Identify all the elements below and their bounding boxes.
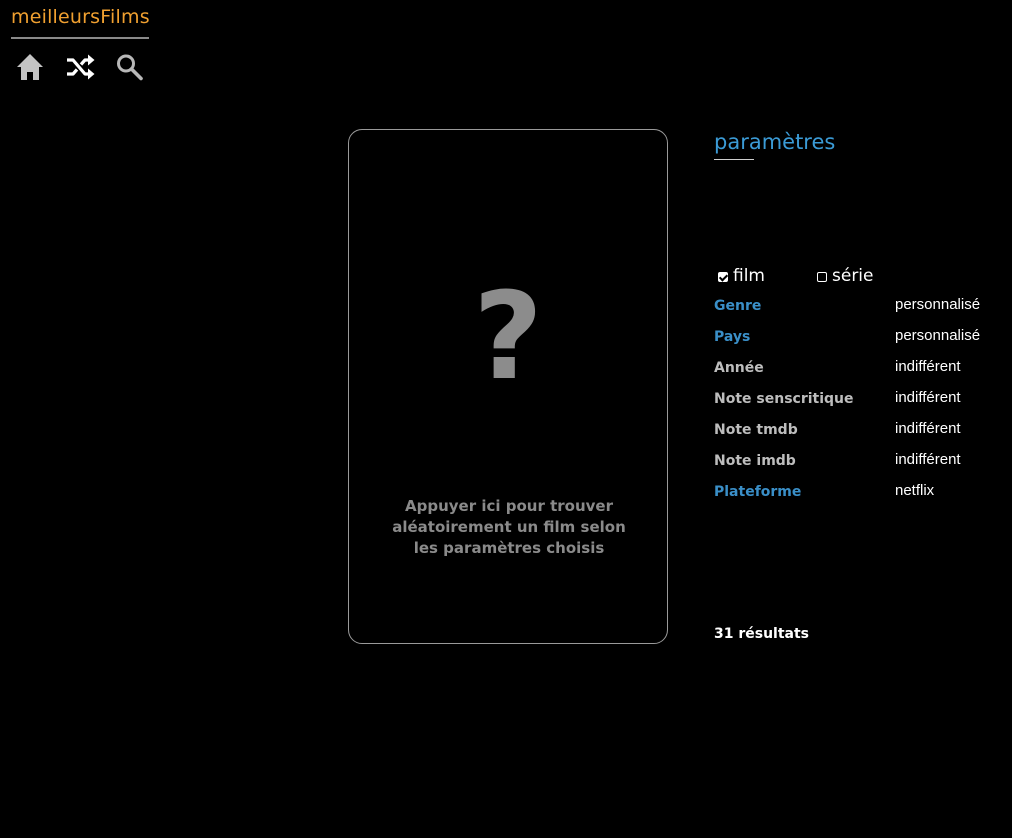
param-value-note-senscritique: indifférent — [895, 389, 961, 406]
params-title-underline — [714, 159, 754, 160]
param-value-genre: personnalisé — [895, 296, 981, 313]
param-label-note-imdb: Note imdb — [714, 453, 796, 469]
results-count: 31 résultats — [714, 626, 810, 642]
param-value-pays: personnalisé — [895, 327, 981, 344]
param-label-genre[interactable]: Genre — [714, 298, 761, 314]
home-icon[interactable] — [14, 51, 46, 83]
param-label-annee: Année — [714, 360, 764, 376]
param-label-plateforme[interactable]: Plateforme — [714, 484, 801, 500]
film-label: film — [733, 266, 765, 286]
search-icon[interactable] — [113, 51, 145, 83]
film-checkbox[interactable] — [718, 271, 728, 282]
param-value-annee: indifférent — [895, 358, 961, 375]
question-mark-icon: ? — [473, 268, 543, 407]
param-label-note-tmdb: Note tmdb — [714, 422, 798, 438]
type-option-film[interactable]: film — [718, 266, 765, 286]
card-instruction-text: Appuyer ici pour trouver aléatoirement u… — [392, 497, 626, 557]
site-logo[interactable]: meilleursFilms — [11, 6, 150, 28]
shuffle-icon[interactable] — [64, 51, 96, 83]
params-title: paramètres — [714, 130, 836, 154]
type-option-serie[interactable]: série — [817, 266, 874, 286]
param-value-note-imdb: indifférent — [895, 451, 961, 468]
param-value-plateforme: netflix — [895, 482, 935, 499]
param-label-note-senscritique: Note senscritique — [714, 391, 854, 407]
param-value-note-tmdb: indifférent — [895, 420, 961, 437]
logo-underline — [11, 37, 149, 39]
serie-checkbox[interactable] — [817, 271, 827, 282]
param-label-pays[interactable]: Pays — [714, 329, 750, 345]
serie-label: série — [832, 266, 874, 286]
